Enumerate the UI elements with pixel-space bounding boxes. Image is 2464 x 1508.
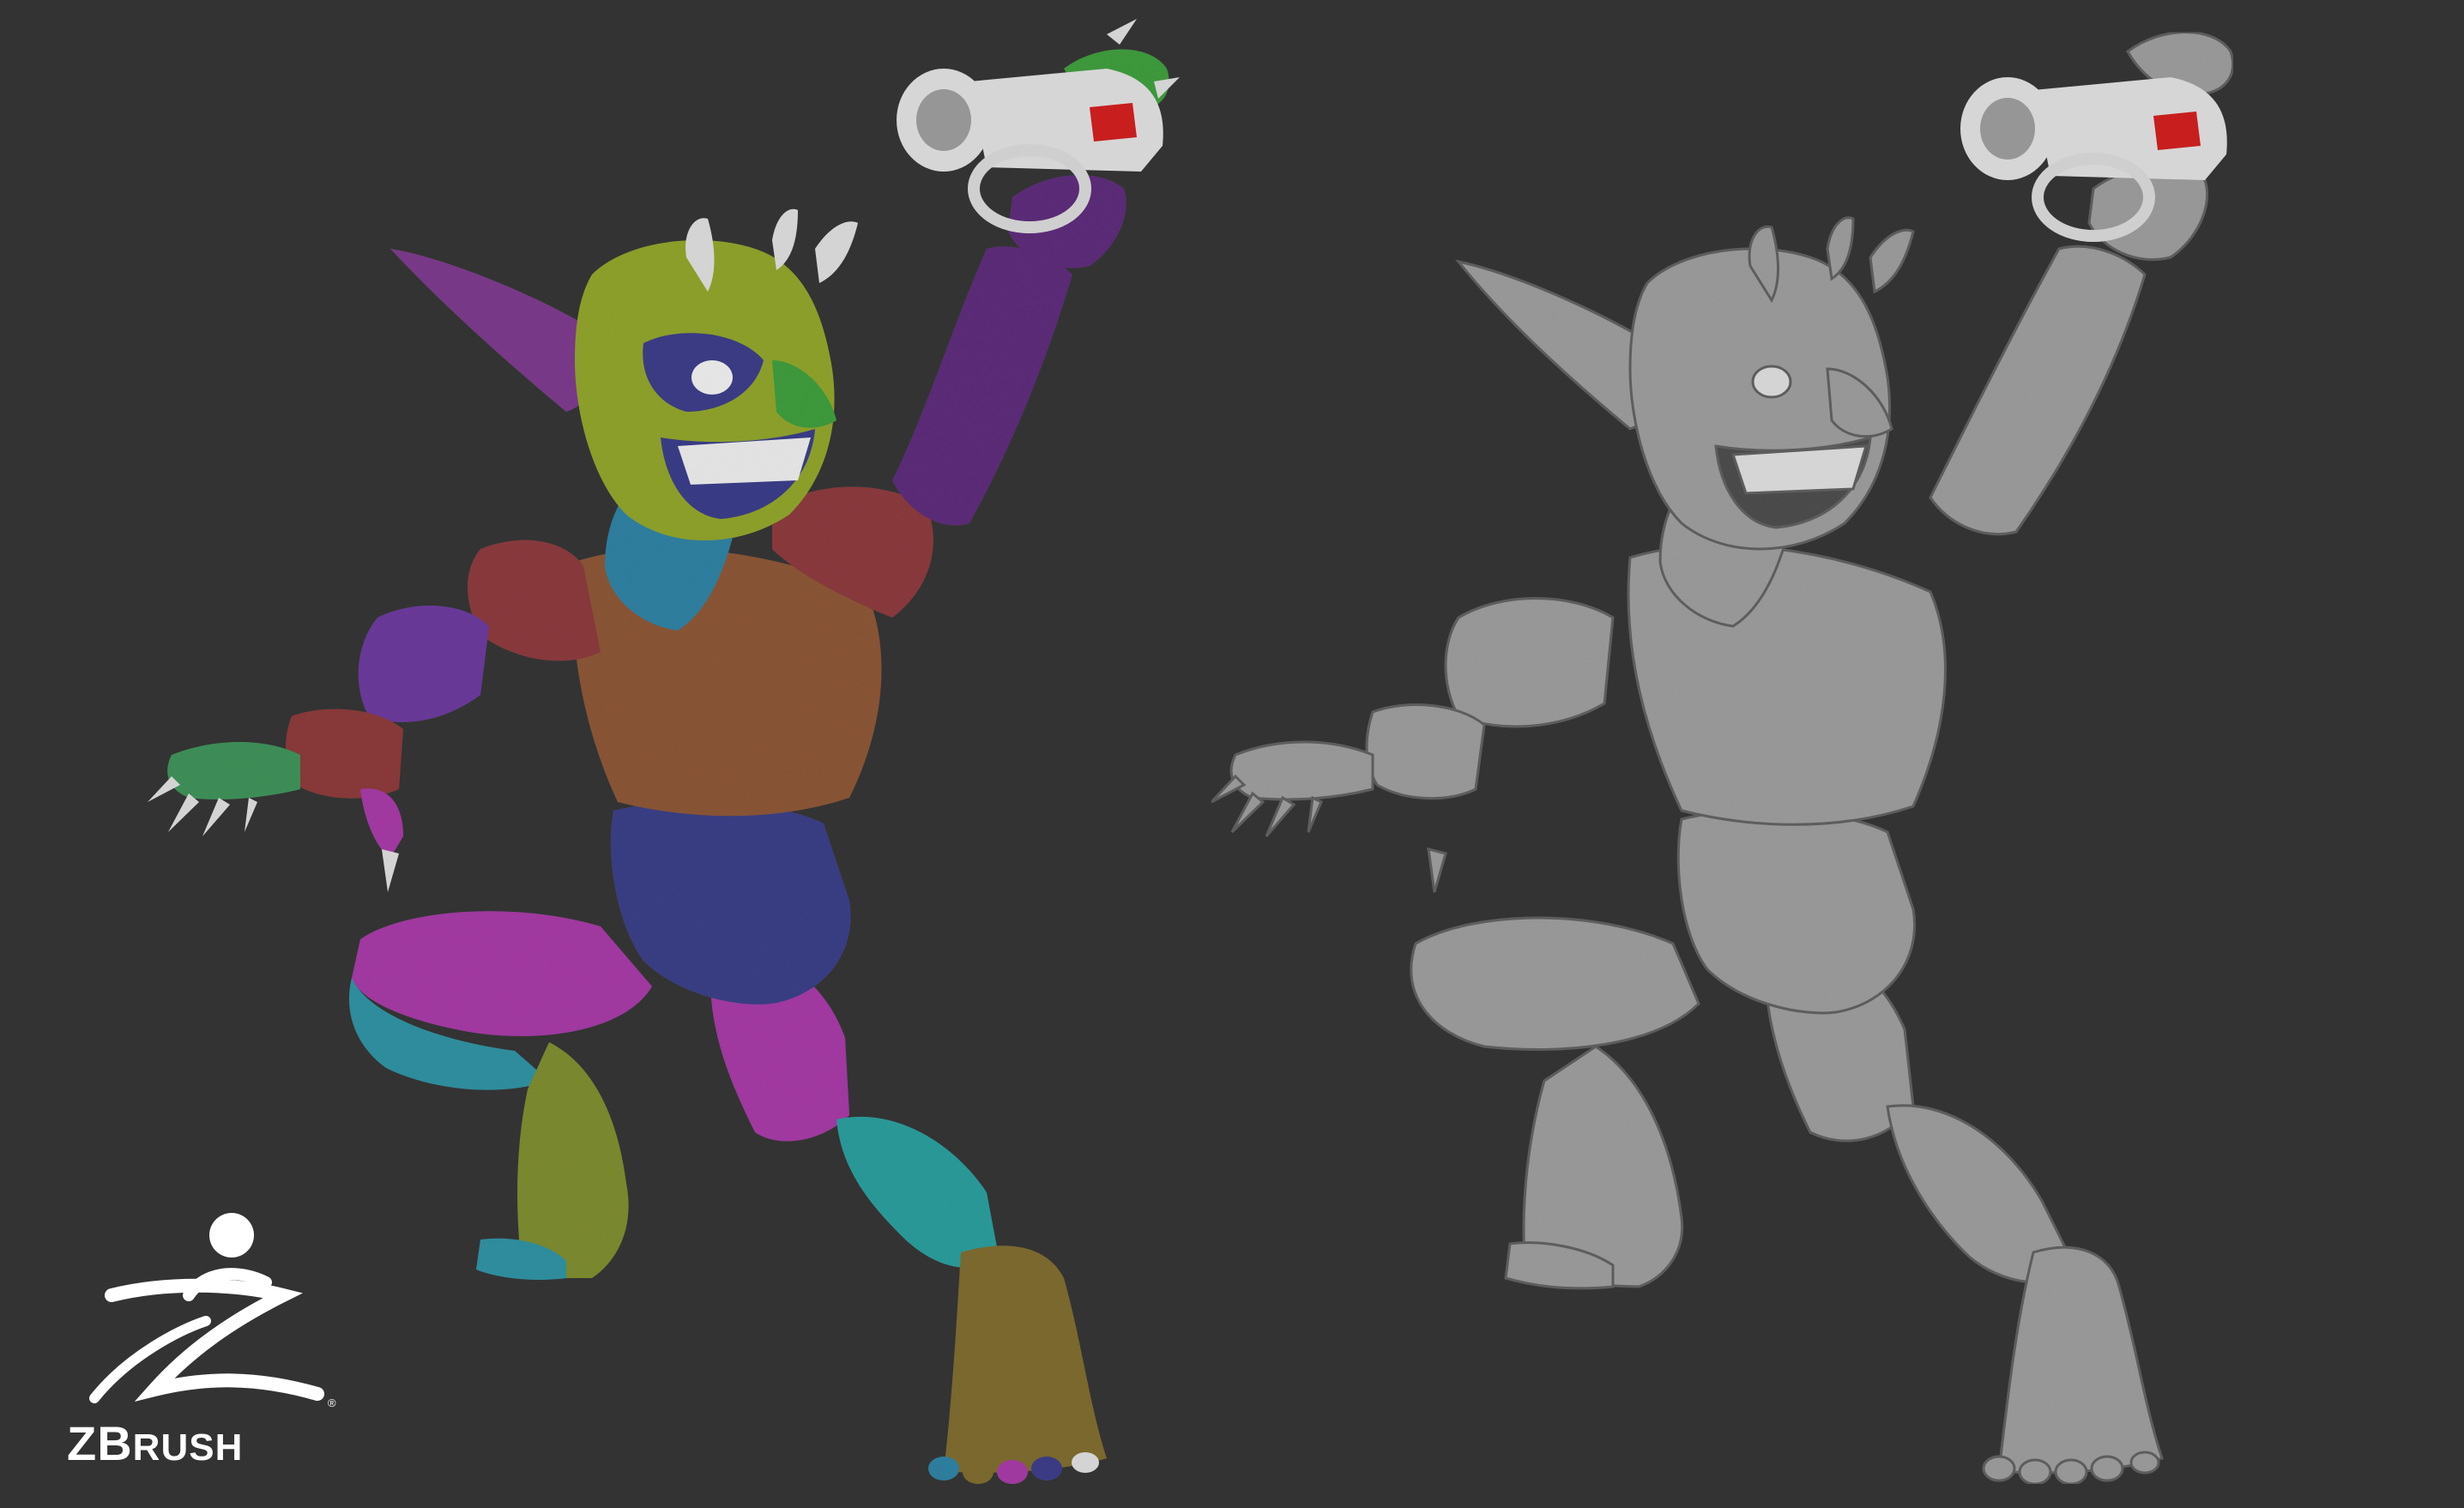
wordmark-rest: RUSH [132, 1427, 244, 1469]
left-raised-arm [892, 246, 1072, 526]
wordmark-b: B [97, 1416, 133, 1470]
left-ear [390, 249, 601, 412]
left-shin-back [517, 1042, 629, 1278]
scene-svg [148, 19, 2235, 1486]
right-eye [1751, 365, 1792, 399]
left-thigh-back [352, 911, 652, 1036]
right-upper-arm [1444, 597, 1615, 728]
right-goblin-model [1210, 31, 2235, 1486]
left-pelvis [610, 801, 851, 1004]
right-pelvis [1676, 808, 1916, 1015]
wordmark-z: Z [67, 1416, 98, 1470]
left-thumb-claw [382, 849, 399, 892]
left-eye [691, 360, 733, 395]
right-teeth [1730, 444, 1869, 495]
left-foot-front [944, 1246, 1107, 1473]
right-hand [1229, 740, 1374, 801]
right-raised-arm [1929, 244, 2147, 536]
render-viewport: ZBRUSH ® [0, 0, 2464, 1508]
zbrush-figure-icon [89, 1213, 324, 1403]
zbrush-logo: ZBRUSH ® [60, 1201, 352, 1484]
right-thigh-back [1410, 916, 1700, 1051]
left-hand [167, 742, 300, 799]
left-wrist [286, 709, 403, 799]
registered-mark: ® [328, 1396, 336, 1409]
left-knee-front [836, 1116, 999, 1269]
left-shoulder-left [468, 540, 601, 661]
left-thumb [360, 788, 403, 858]
left-upper-arm [358, 606, 489, 722]
left-raised-claw [1107, 19, 1137, 45]
zbrush-wordmark: ZBRUSH [67, 1415, 243, 1471]
right-forearm [1365, 703, 1486, 800]
